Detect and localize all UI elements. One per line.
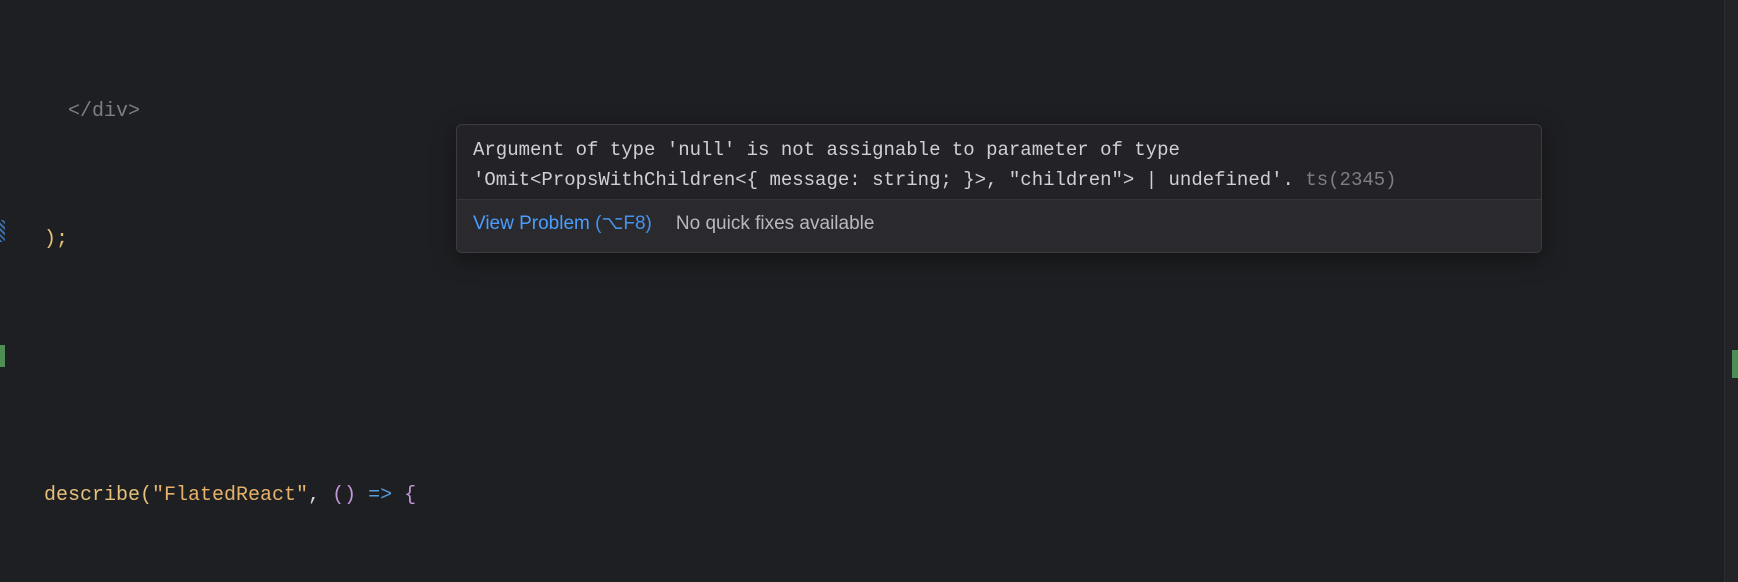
diagnostic-hover[interactable]: Argument of type 'null' is not assignabl… (456, 124, 1542, 253)
describe-call: describe (44, 484, 140, 507)
error-code: ts(2345) (1305, 169, 1396, 191)
code-line[interactable]: describe("FlatedReact", () => { (44, 480, 1738, 512)
close-paren-semi: ); (44, 228, 68, 251)
minimap[interactable] (1724, 0, 1738, 582)
arrow-fn: => (368, 484, 392, 507)
describe-name: "FlatedReact" (152, 484, 308, 507)
keyboard-shortcut: (⌥F8) (595, 213, 652, 234)
no-fixes-text: No quick fixes available (676, 208, 875, 240)
jsx-close-div: </div> (68, 100, 140, 123)
blank-line[interactable] (44, 352, 1738, 384)
code-editor[interactable]: </div> ); describe("FlatedReact", () => … (0, 0, 1738, 582)
minimap-add-marker (1732, 350, 1738, 378)
view-problem-link[interactable]: View Problem (⌥F8) (473, 208, 652, 240)
diagnostic-message: Argument of type 'null' is not assignabl… (457, 125, 1541, 199)
